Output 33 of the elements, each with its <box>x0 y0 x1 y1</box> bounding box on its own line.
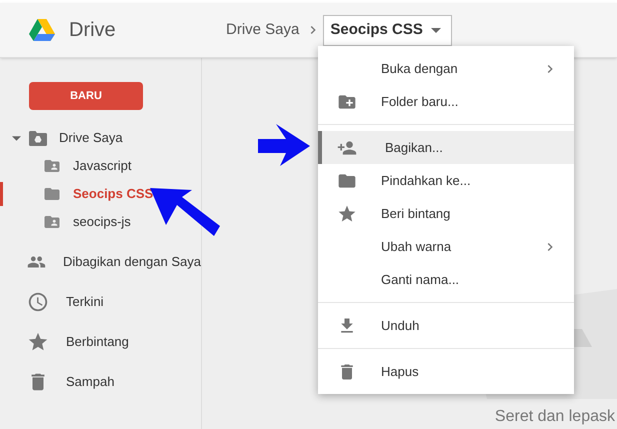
folder-tree-item[interactable]: Seocips CSS <box>73 184 154 204</box>
menu-item[interactable]: Folder baru... <box>318 85 574 118</box>
menu-item[interactable]: Buka dengan <box>318 52 574 85</box>
menu-item[interactable]: Hapus <box>318 355 574 388</box>
drop-hint-text: Seret dan lepask <box>494 407 615 427</box>
menu-item[interactable]: Ganti nama... <box>318 263 574 296</box>
drive-folder-icon <box>29 130 47 146</box>
folder-icon <box>43 185 61 203</box>
dropdown-caret-icon <box>430 28 441 32</box>
new-button[interactable]: BARU <box>29 82 143 110</box>
shared-folder-icon <box>43 213 61 231</box>
folder-tree-item[interactable]: Drive Saya <box>59 128 123 148</box>
sidebar-item[interactable]: Dibagikan dengan Saya <box>62 252 201 272</box>
breadcrumb-link[interactable]: Drive Saya <box>222 18 304 42</box>
folder-tree-item[interactable]: Javascript <box>73 156 132 176</box>
sidebar-item[interactable]: Sampah <box>66 372 114 392</box>
menu-item[interactable]: Beri bintang <box>318 197 574 230</box>
annotation-arrow <box>258 124 310 166</box>
expand-caret-icon[interactable] <box>12 136 21 140</box>
menu-item[interactable]: Pindahkan ke... <box>318 164 574 197</box>
menu-item[interactable]: Bagikan... <box>318 131 574 164</box>
drive-logo-icon <box>29 19 55 41</box>
menu-item[interactable]: Unduh <box>318 309 574 342</box>
app-title: Drive <box>69 18 116 43</box>
folder-tree-item[interactable]: seocips-js <box>73 212 131 232</box>
clock-icon <box>27 291 49 313</box>
sidebar-item[interactable]: Terkini <box>66 292 104 312</box>
breadcrumb-dropdown[interactable]: Seocips CSS <box>323 14 452 46</box>
sidebar-item[interactable]: Berbintang <box>66 332 129 352</box>
shared-folder-icon <box>43 157 61 175</box>
star-icon <box>337 204 357 224</box>
star-icon <box>27 331 49 353</box>
menu-item[interactable]: Ubah warna <box>318 230 574 263</box>
